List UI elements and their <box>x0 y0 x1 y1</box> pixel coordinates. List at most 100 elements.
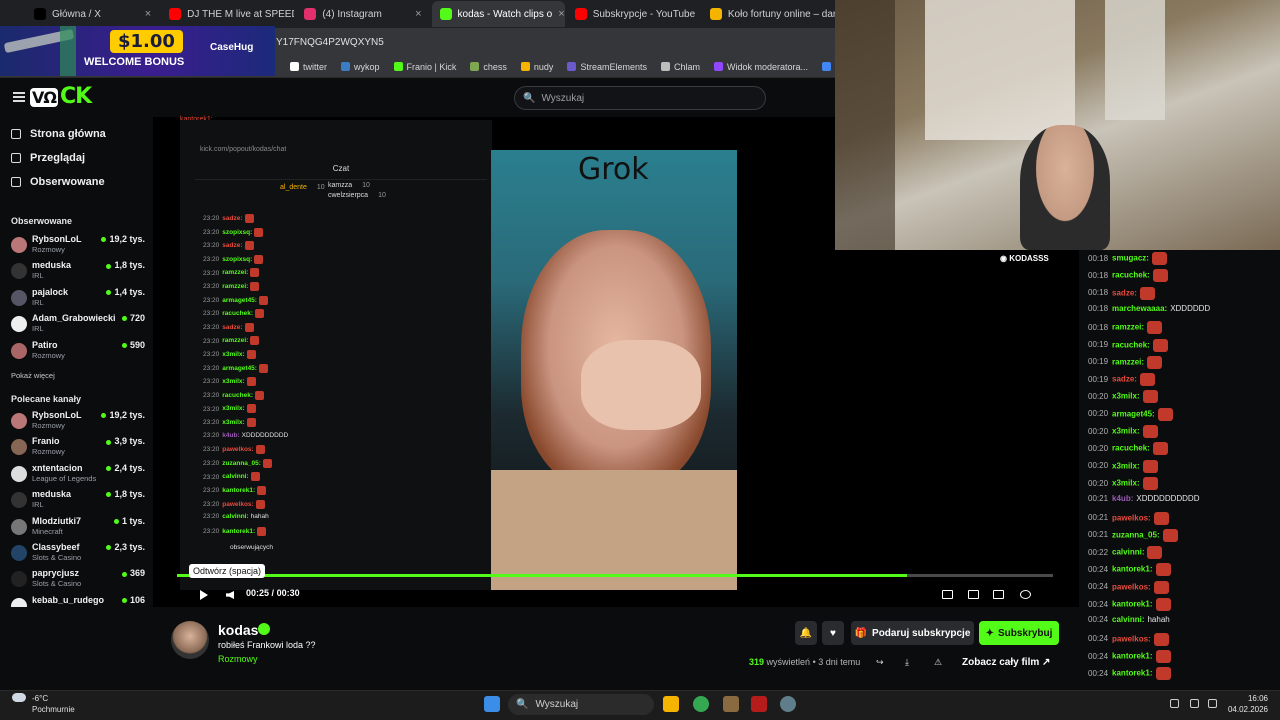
hamburger-menu-icon[interactable] <box>13 92 25 102</box>
download-icon[interactable]: ⤓ <box>905 657 909 668</box>
system-clock[interactable]: 16:06 04.02.2026 <box>1228 693 1268 715</box>
fullscreen-icon[interactable] <box>993 590 1004 599</box>
chat-message: 00:24 kantorek1: <box>1088 563 1171 577</box>
message-user: x3milx: <box>222 378 245 386</box>
watch-full-link[interactable]: Zobacz cały film ↗ <box>962 657 1050 668</box>
channel-avatar <box>11 571 27 588</box>
popout-chat-message: 23:20 racuchek: <box>203 309 264 319</box>
sidebar-channel[interactable]: Classybeef Slots & Casino 2,3 tys. <box>11 542 145 568</box>
viewer-count: 1,8 tys. <box>106 260 145 270</box>
ad-text: WELCOME BONUS <box>84 56 185 68</box>
message-time: 23:20 <box>203 431 220 439</box>
sidebar-channel[interactable]: xntentacion League of Legends 2,4 tys. <box>11 463 145 489</box>
bookmark-icon <box>567 62 577 71</box>
weather-widget[interactable]: -6°C Pochmurnie <box>12 693 75 715</box>
sidebar-channel[interactable]: Adam_Grabowiecki IRL 720 <box>11 313 145 339</box>
message-user: szopixsq: <box>222 256 253 264</box>
popout-chat-message: 23:20 zuzanna_05: <box>203 458 272 468</box>
sidebar-nav-item[interactable]: Obserwowane <box>11 176 105 188</box>
bookmark-item[interactable]: StreamElements <box>567 62 647 72</box>
sidebar-channel[interactable]: meduska IRL 1,8 tys. <box>11 260 145 286</box>
message-time: 23:20 <box>203 460 220 468</box>
follow-button[interactable]: ♥ <box>822 621 844 645</box>
kick-logo[interactable]: VΩ CK <box>30 84 92 109</box>
show-more-link[interactable]: Pokaż więcej <box>11 371 55 380</box>
sidebar-channel[interactable]: RybsonLoL Rozmowy 19,2 tys. <box>11 234 145 260</box>
tab-close-icon[interactable]: × <box>415 8 421 20</box>
message-user: calvinni: <box>1112 615 1145 625</box>
tab-close-icon[interactable]: × <box>145 8 151 20</box>
taskbar-search[interactable]: 🔍 Wyszukaj <box>508 694 654 715</box>
channel-name: pajalock <box>32 286 69 297</box>
emote-icon <box>244 214 254 223</box>
sidebar-channel[interactable]: meduska IRL 1,8 tys. <box>11 489 145 515</box>
speaker-icon[interactable] <box>1208 699 1217 708</box>
network-icon[interactable] <box>1190 699 1199 708</box>
popout-chat-message: 23:20 calvinni: <box>203 472 260 482</box>
browser-tab[interactable]: (4) Instagram × <box>296 1 429 27</box>
emote-icon <box>1147 546 1163 560</box>
channel-name: Patiro <box>32 339 58 350</box>
bookmark-item[interactable]: Franio | Kick <box>393 62 456 72</box>
bookmark-item[interactable]: wykop <box>341 62 380 72</box>
channel-category: IRL <box>32 297 44 307</box>
report-icon[interactable]: ⚠ <box>934 657 942 668</box>
message-time: 23:20 <box>203 296 220 304</box>
channel-name[interactable]: kodas <box>218 622 258 638</box>
sidebar-channel[interactable]: paprycjusz Slots & Casino 369 <box>11 568 145 594</box>
bookmark-item[interactable]: twitter <box>290 62 327 72</box>
media-app-icon[interactable] <box>751 696 767 712</box>
chrome-icon[interactable] <box>693 696 709 712</box>
bookmark-item[interactable]: chess <box>470 62 507 72</box>
emote-icon <box>1142 459 1158 473</box>
channel-avatar[interactable] <box>171 621 209 659</box>
clip-category[interactable]: Rozmowy <box>218 654 258 664</box>
channel-avatar <box>11 342 27 359</box>
emote-icon <box>1147 355 1163 369</box>
ad-banner[interactable]: $1.00 WELCOME BONUS CaseHug <box>0 26 275 76</box>
tab-close-icon[interactable]: × <box>558 8 564 20</box>
bookmark-item[interactable]: Widok moderatora... <box>713 62 808 72</box>
browser-tab[interactable]: DJ THE M live at SPEEDLA× <box>161 1 294 27</box>
app-icon[interactable] <box>723 696 739 712</box>
sidebar-channel[interactable]: RybsonLoL Rozmowy 19,2 tys. <box>11 410 145 436</box>
bookmark-item[interactable]: Chlam <box>660 62 700 72</box>
bookmark-icon <box>660 62 670 71</box>
gift-sub-button[interactable]: 🎁 Podaruj subskrypcje <box>851 621 974 645</box>
pip-icon[interactable] <box>968 590 979 599</box>
progress-bar[interactable] <box>177 574 1053 577</box>
subscribe-button[interactable]: ✦ Subskrybuj <box>979 621 1059 645</box>
settings-icon[interactable] <box>1020 590 1031 599</box>
play-icon[interactable] <box>200 590 208 600</box>
theater-icon[interactable] <box>942 590 953 599</box>
sidebar-nav-item[interactable]: Strona główna <box>11 128 106 140</box>
share-icon[interactable]: ↪ <box>876 657 884 668</box>
browser-tab[interactable]: Subskrypcje - YouTube× <box>567 1 700 27</box>
sidebar-channel[interactable]: Patiro Rozmowy 590 <box>11 340 145 366</box>
settings-app-icon[interactable] <box>780 696 796 712</box>
mic-icon[interactable] <box>1170 699 1179 708</box>
popout-chat-message: 23:20 sadze: <box>203 214 254 223</box>
emote-icon <box>250 336 260 346</box>
browser-tab[interactable]: Koło fortuny online – dar× <box>702 1 835 27</box>
sidebar-channel[interactable]: Mlodziutki7 Minecraft 1 tys. <box>11 516 145 542</box>
sidebar-nav-item[interactable]: Przeglądaj <box>11 152 85 164</box>
search-input[interactable]: 🔍 Wyszukaj <box>514 86 766 110</box>
message-text: XDDDDDD <box>1170 303 1211 313</box>
file-explorer-icon[interactable] <box>663 696 679 712</box>
emote-icon <box>254 227 264 237</box>
chat-message: 00:24 pawelkos: <box>1088 580 1169 594</box>
browser-tab[interactable]: kodas - Watch clips o × <box>431 1 565 27</box>
message-time: 23:20 <box>203 392 220 400</box>
sidebar-channel[interactable]: Franio Rozmowy 3,9 tys. <box>11 436 145 462</box>
notifications-button[interactable]: 🔔 <box>795 621 817 645</box>
sidebar-channel[interactable]: pajalock IRL 1,4 tys. <box>11 287 145 313</box>
message-user: pawelkos: <box>1112 513 1151 523</box>
start-icon[interactable] <box>484 696 500 712</box>
bookmark-item[interactable]: nudy <box>520 62 553 72</box>
stream-tag-text: KODASSS <box>1009 254 1049 263</box>
browser-tab[interactable]: Główna / X × <box>26 1 159 27</box>
message-time: 00:18 <box>1088 253 1109 263</box>
message-user: sadze: <box>222 324 243 332</box>
channel-avatar <box>11 237 27 253</box>
